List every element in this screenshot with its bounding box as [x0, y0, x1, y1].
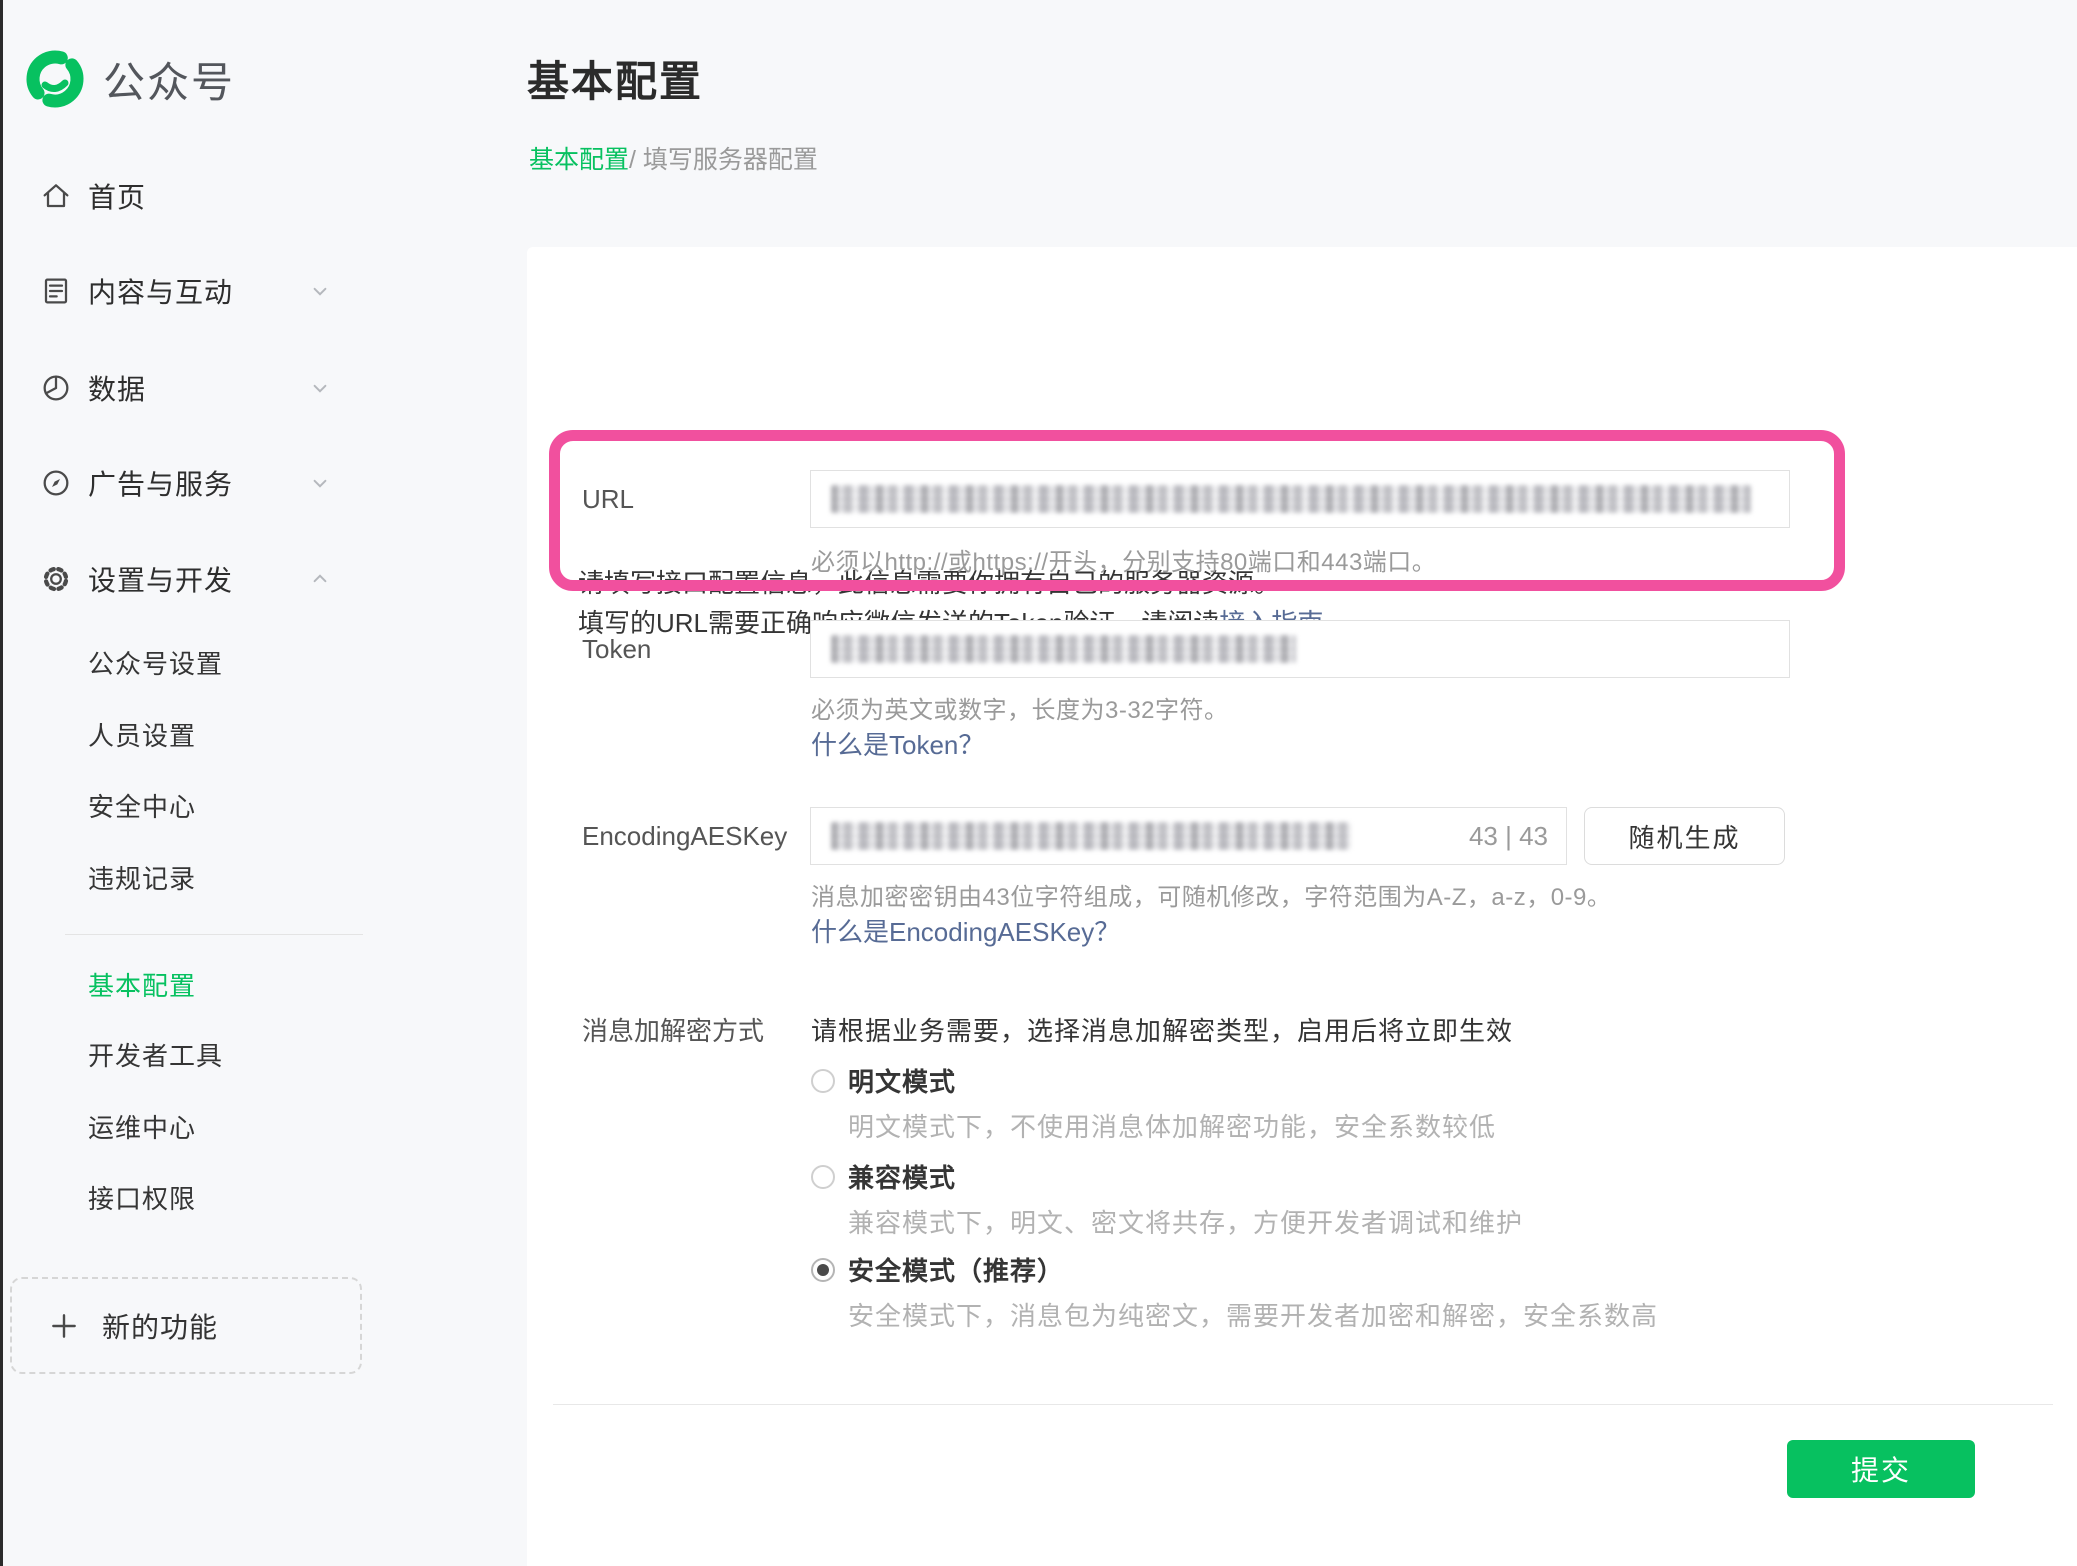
radio-icon[interactable]	[811, 1069, 835, 1093]
radio-option-compatible[interactable]: 兼容模式	[811, 1158, 956, 1195]
sidebar-subitem-label: 开发者工具	[88, 1036, 223, 1073]
radio-selected-icon[interactable]	[811, 1258, 835, 1282]
url-hint: 必须以http://或https://开头，分别支持80端口和443端口。	[811, 542, 1436, 577]
home-icon	[39, 179, 73, 213]
random-generate-button[interactable]: 随机生成	[1584, 807, 1785, 865]
sidebar-item-label: 首页	[88, 176, 146, 216]
main-panel: 请填写接口配置信息，此信息需要你拥有自己的服务器资源。 填写的URL需要正确响应…	[527, 247, 2077, 1566]
radio-icon[interactable]	[811, 1165, 835, 1189]
sidebar-divider	[65, 934, 363, 935]
sidebar-subitem-label: 违规记录	[88, 859, 196, 896]
aeskey-hint: 消息加密密钥由43位字符组成，可随机修改，字符范围为A-Z，a-z，0-9。	[811, 877, 1611, 912]
sidebar-subitem-label: 人员设置	[88, 716, 196, 753]
wechat-official-account-logo-icon	[23, 47, 87, 111]
sidebar-item-label: 数据	[88, 368, 146, 408]
chevron-down-icon	[303, 274, 337, 308]
radio-desc-plaintext: 明文模式下，不使用消息体加解密功能，安全系数较低	[848, 1107, 1496, 1144]
what-is-aeskey-link[interactable]: 什么是EncodingAESKey？	[811, 912, 1120, 949]
chevron-up-icon	[303, 562, 337, 596]
sidebar-item-ads[interactable]: 广告与服务	[3, 455, 527, 511]
footer-divider	[553, 1404, 2053, 1405]
sidebar-subitem-developer-tools[interactable]: 开发者工具	[3, 1030, 527, 1078]
sidebar-item-label: 内容与互动	[88, 271, 233, 311]
what-is-token-link[interactable]: 什么是Token？	[811, 725, 984, 762]
token-hint: 必须为英文或数字，长度为3-32字符。	[811, 690, 1229, 725]
sidebar-subitem-violation-records[interactable]: 违规记录	[3, 853, 527, 901]
url-field-label: URL	[582, 484, 634, 515]
sidebar-subitem-label: 运维中心	[88, 1108, 196, 1145]
sidebar-subitem-account-settings[interactable]: 公众号设置	[3, 638, 527, 686]
radio-option-secure[interactable]: 安全模式（推荐）	[811, 1251, 1064, 1288]
settings-icon	[39, 562, 73, 596]
logo-text: 公众号	[103, 49, 235, 110]
sidebar-subitem-label: 基本配置	[88, 966, 196, 1003]
submit-button[interactable]: 提交	[1787, 1440, 1975, 1498]
new-feature-button[interactable]: 新的功能	[10, 1277, 362, 1374]
breadcrumb-link-basic-config[interactable]: 基本配置	[529, 146, 629, 174]
sidebar-subitem-ops-center[interactable]: 运维中心	[3, 1102, 527, 1150]
sidebar-item-data[interactable]: 数据	[3, 360, 527, 416]
data-icon	[39, 371, 73, 405]
chevron-down-icon	[303, 466, 337, 500]
radio-desc-compatible: 兼容模式下，明文、密文将共存，方便开发者调试和维护	[848, 1203, 1523, 1240]
sidebar-subitem-staff-settings[interactable]: 人员设置	[3, 710, 527, 758]
sidebar-item-settings-dev[interactable]: 设置与开发	[3, 551, 527, 607]
encrypt-mode-label: 消息加解密方式	[582, 1011, 764, 1048]
sidebar: 公众号 首页 内容与互动	[3, 0, 527, 1566]
sidebar-subitem-label: 公众号设置	[88, 644, 223, 681]
sidebar-subitem-security-center[interactable]: 安全中心	[3, 781, 527, 829]
token-field-label: Token	[582, 634, 651, 665]
radio-option-plaintext[interactable]: 明文模式	[811, 1062, 956, 1099]
sidebar-item-content[interactable]: 内容与互动	[3, 263, 527, 319]
sidebar-subitem-api-permissions[interactable]: 接口权限	[3, 1173, 527, 1221]
sidebar-subitem-basic-config[interactable]: 基本配置	[3, 960, 527, 1008]
breadcrumb: 基本配置/ 填写服务器配置	[529, 140, 818, 176]
sidebar-item-label: 广告与服务	[88, 463, 233, 503]
new-feature-label: 新的功能	[102, 1306, 218, 1346]
logo: 公众号	[23, 46, 235, 112]
url-input[interactable]	[810, 470, 1790, 528]
ads-icon	[39, 466, 73, 500]
url-value-redacted	[831, 485, 1751, 513]
radio-desc-secure: 安全模式下，消息包为纯密文，需要开发者加密和解密，安全系数高	[848, 1296, 1658, 1333]
aeskey-char-counter: 43 | 43	[1469, 821, 1548, 852]
sidebar-subitem-label: 接口权限	[88, 1179, 196, 1216]
aeskey-value-redacted	[831, 822, 1351, 850]
page-title: 基本配置	[527, 48, 703, 109]
aeskey-field-label: EncodingAESKey	[582, 821, 787, 852]
aeskey-input[interactable]: 43 | 43	[810, 807, 1567, 865]
content-icon	[39, 274, 73, 308]
encrypt-mode-intro: 请根据业务需要，选择消息加解密类型，启用后将立即生效	[811, 1011, 1513, 1048]
sidebar-subitem-label: 安全中心	[88, 787, 196, 824]
chevron-down-icon	[303, 371, 337, 405]
sidebar-item-home[interactable]: 首页	[3, 168, 527, 224]
plus-icon	[48, 1310, 80, 1342]
breadcrumb-current-page: / 填写服务器配置	[629, 146, 818, 174]
sidebar-item-label: 设置与开发	[88, 559, 233, 599]
token-value-redacted	[831, 635, 1296, 663]
token-input[interactable]	[810, 620, 1790, 678]
wechat-mp-admin: 公众号 首页 内容与互动	[0, 0, 2077, 1566]
